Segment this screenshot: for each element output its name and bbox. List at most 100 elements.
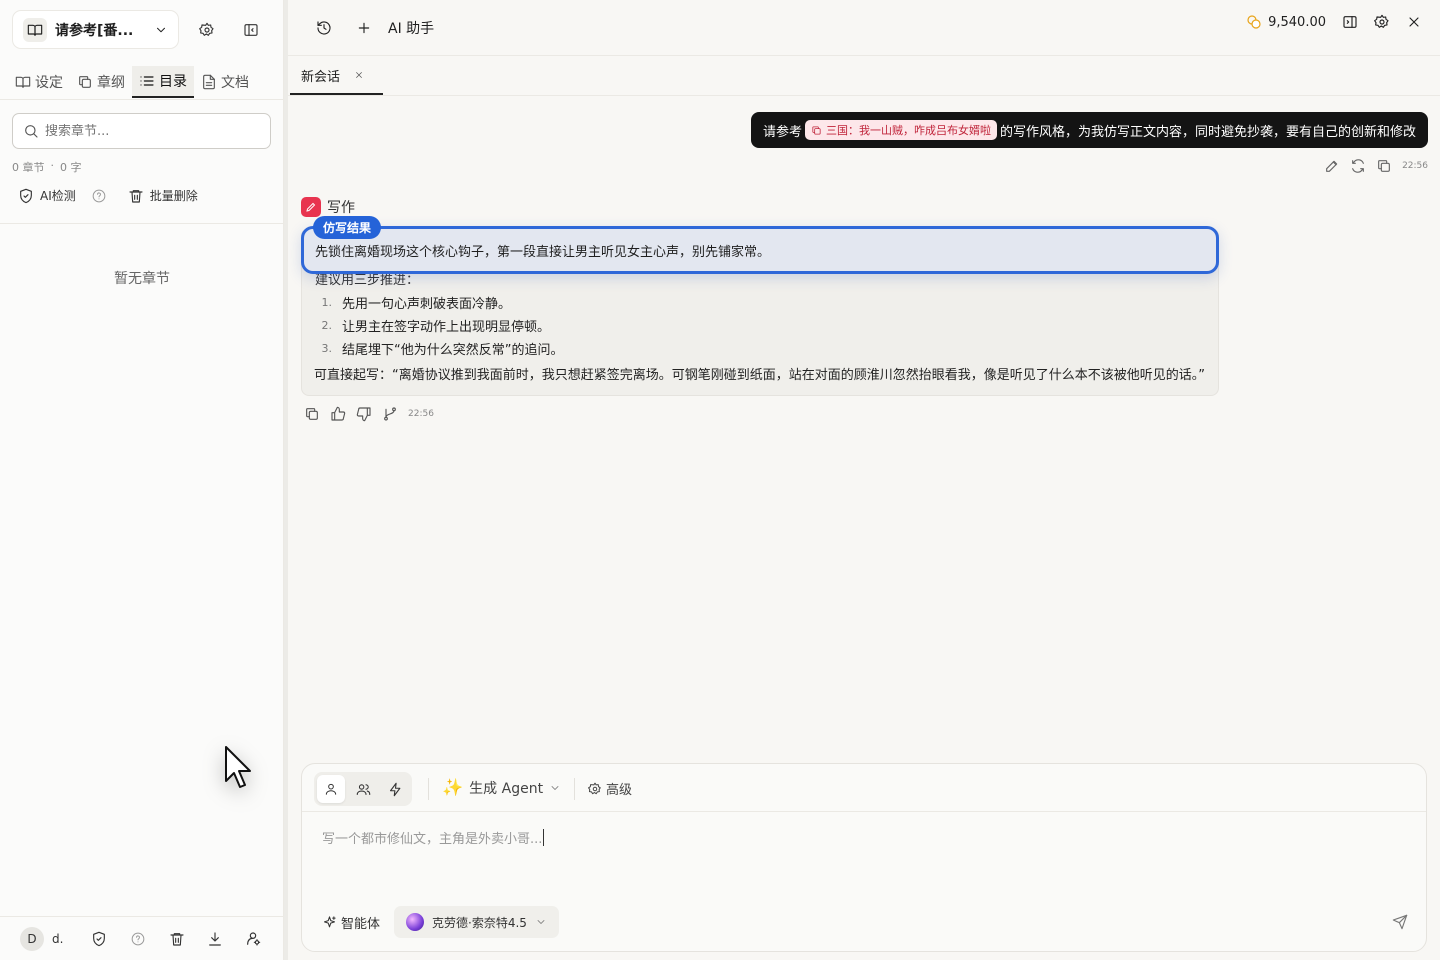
divider xyxy=(302,811,1426,812)
composer: ✨ 生成 Agent 高级 智能体 克劳德·索奈特4.5 xyxy=(301,763,1427,952)
mode-single-icon[interactable] xyxy=(317,775,345,803)
thumbs-down-icon[interactable] xyxy=(356,406,372,422)
project-selector[interactable]: 请参考[番... xyxy=(12,10,179,49)
shield-check-icon xyxy=(20,188,32,203)
trash-icon xyxy=(129,189,143,203)
panel-toggle-icon[interactable] xyxy=(1342,14,1358,30)
chapter-count: 0 章节 xyxy=(12,161,45,174)
model-icon xyxy=(406,913,425,931)
file-icon xyxy=(203,74,215,89)
trash-icon[interactable] xyxy=(169,931,185,947)
step-text: 让男主在签字动作上出现明显停顿。 xyxy=(342,320,551,335)
steps-list: 1. 先用一句心声刺破表面冷静。 2. 让男主在签字动作上出现明显停顿。 3. 结尾埋… xyxy=(314,291,564,360)
header-actions: 9,540.00 xyxy=(1246,14,1422,30)
gear-icon[interactable] xyxy=(195,18,219,42)
resize-handle[interactable] xyxy=(284,0,288,960)
composer-tools: 智能体 克劳德·索奈特4.5 xyxy=(322,906,559,938)
book-icon xyxy=(23,17,47,42)
tab-docs[interactable]: 文档 xyxy=(194,66,256,98)
sidebar-footer: D d. xyxy=(0,916,284,960)
search-input[interactable] xyxy=(45,123,260,139)
model-name: 克劳德·索奈特4.5 xyxy=(432,915,527,930)
agent-selector[interactable]: ✨ 生成 Agent xyxy=(442,778,561,798)
reference-chip[interactable]: 三国：我一山贼，咋成吕布女婿啦 xyxy=(804,120,997,140)
tab-toc[interactable]: 目录 xyxy=(132,65,194,98)
gear-icon[interactable] xyxy=(1374,14,1390,30)
agent-button-label: 智能体 xyxy=(341,916,381,932)
coin-amount: 9,540.00 xyxy=(1268,14,1326,30)
search-icon xyxy=(25,125,38,138)
direct-draft: 可直接起写：“离婚协议推到我面前时，我只想赶紧签完离场。可钢笔刚碰到纸面，站在对… xyxy=(314,368,1205,383)
coins-icon xyxy=(1247,15,1261,29)
close-icon[interactable] xyxy=(354,70,364,80)
chapter-tools: AI检测 批量删除 xyxy=(12,185,204,206)
message-suffix: 的写作风格，为我仿写正文内容，同时避免抄袭，要有自己的创新和修改 xyxy=(999,124,1416,140)
highlight-text: 先锁住离婚现场这个核心钩子，第一段直接让男主听见女主心声，别先铺家常。 xyxy=(315,244,771,260)
list-icon xyxy=(140,75,154,86)
batch-delete-button[interactable]: 批量删除 xyxy=(122,185,204,206)
tab-outline[interactable]: 章纲 xyxy=(70,66,132,98)
shield-check-icon[interactable] xyxy=(91,931,107,947)
mode-switcher xyxy=(314,772,412,806)
book-open-icon xyxy=(15,76,31,88)
model-selector[interactable]: 克劳德·索奈特4.5 xyxy=(394,906,559,938)
tab-label: 设定 xyxy=(35,74,63,91)
tab-label: 目录 xyxy=(159,73,187,90)
tab-new-session[interactable]: 新会话 xyxy=(290,57,383,95)
assistant-header: AI 助手 9,540.00 xyxy=(288,0,1440,56)
send-icon[interactable] xyxy=(1392,914,1408,930)
page-title: AI 助手 xyxy=(388,20,435,37)
project-name: 请参考[番... xyxy=(55,22,134,39)
history-icon[interactable] xyxy=(310,14,338,42)
sidebar: 请参考[番... 设定 章纲 目录 文档 0 章节 · xyxy=(0,0,284,960)
collapse-sidebar-icon[interactable] xyxy=(239,18,263,42)
highlighted-result[interactable]: 先锁住离婚现场这个核心钩子，第一段直接让男主听见女主心声，别先铺家常。 xyxy=(301,226,1219,274)
mode-multi-icon[interactable] xyxy=(349,775,377,803)
mode-quick-icon[interactable] xyxy=(381,775,409,803)
assistant-label: 写作 xyxy=(301,197,355,217)
new-chat-icon[interactable] xyxy=(350,14,378,42)
tab-label: 文档 xyxy=(221,74,249,91)
copy-icon[interactable] xyxy=(1376,158,1392,174)
branch-icon[interactable] xyxy=(382,406,398,422)
tab-settings[interactable]: 设定 xyxy=(8,66,70,98)
chevron-down-icon xyxy=(154,23,168,37)
gear-icon xyxy=(588,782,601,794)
sidebar-tabs: 设定 章纲 目录 文档 xyxy=(0,64,284,100)
help-icon[interactable] xyxy=(92,189,106,203)
user-menu[interactable]: D d. xyxy=(20,926,63,951)
assistant-name: 写作 xyxy=(327,200,355,216)
user-message-actions: 22:56 xyxy=(1324,158,1428,174)
prompt-input[interactable] xyxy=(322,828,1402,858)
download-icon[interactable] xyxy=(207,931,223,947)
copy-icon xyxy=(79,75,91,88)
settings-icon[interactable] xyxy=(245,931,261,947)
chapter-stats: 0 章节 · 0 字 xyxy=(12,159,82,175)
batch-delete-label: 批量删除 xyxy=(149,189,198,203)
thumbs-up-icon[interactable] xyxy=(330,406,346,422)
word-count: 0 字 xyxy=(60,161,82,174)
user-message: 请参考 三国：我一山贼，咋成吕布女婿啦 的写作风格，为我仿写正文内容，同时避免抄… xyxy=(750,112,1428,148)
mouse-cursor-icon xyxy=(222,745,254,793)
coin-balance[interactable]: 9,540.00 xyxy=(1246,14,1326,30)
agent-button[interactable]: 智能体 xyxy=(322,913,380,932)
help-icon[interactable] xyxy=(131,932,145,946)
message-prefix: 请参考 xyxy=(762,124,802,140)
copy-icon[interactable] xyxy=(304,406,320,422)
timestamp: 22:56 xyxy=(408,409,434,419)
refresh-icon[interactable] xyxy=(1350,158,1366,174)
text-caret xyxy=(543,829,544,846)
advanced-button[interactable]: 高级 xyxy=(588,779,632,798)
session-label: 新会话 xyxy=(301,69,341,85)
chapter-search[interactable] xyxy=(12,113,271,149)
sparkles-icon: ✨ xyxy=(442,778,464,798)
edit-icon[interactable] xyxy=(1324,158,1340,174)
step-text: 先用一句心声刺破表面冷静。 xyxy=(342,297,512,312)
list-item: 3. 结尾埋下“他为什么突然反常”的追问。 xyxy=(314,337,564,360)
ai-check-button[interactable]: AI检测 xyxy=(12,185,82,206)
close-icon[interactable] xyxy=(1406,14,1422,30)
list-item: 1. 先用一句心声刺破表面冷静。 xyxy=(314,291,563,314)
avatar: D xyxy=(20,926,44,951)
step-number: 2. xyxy=(321,319,333,332)
list-item: 2. 让男主在签字动作上出现明显停顿。 xyxy=(314,314,563,337)
